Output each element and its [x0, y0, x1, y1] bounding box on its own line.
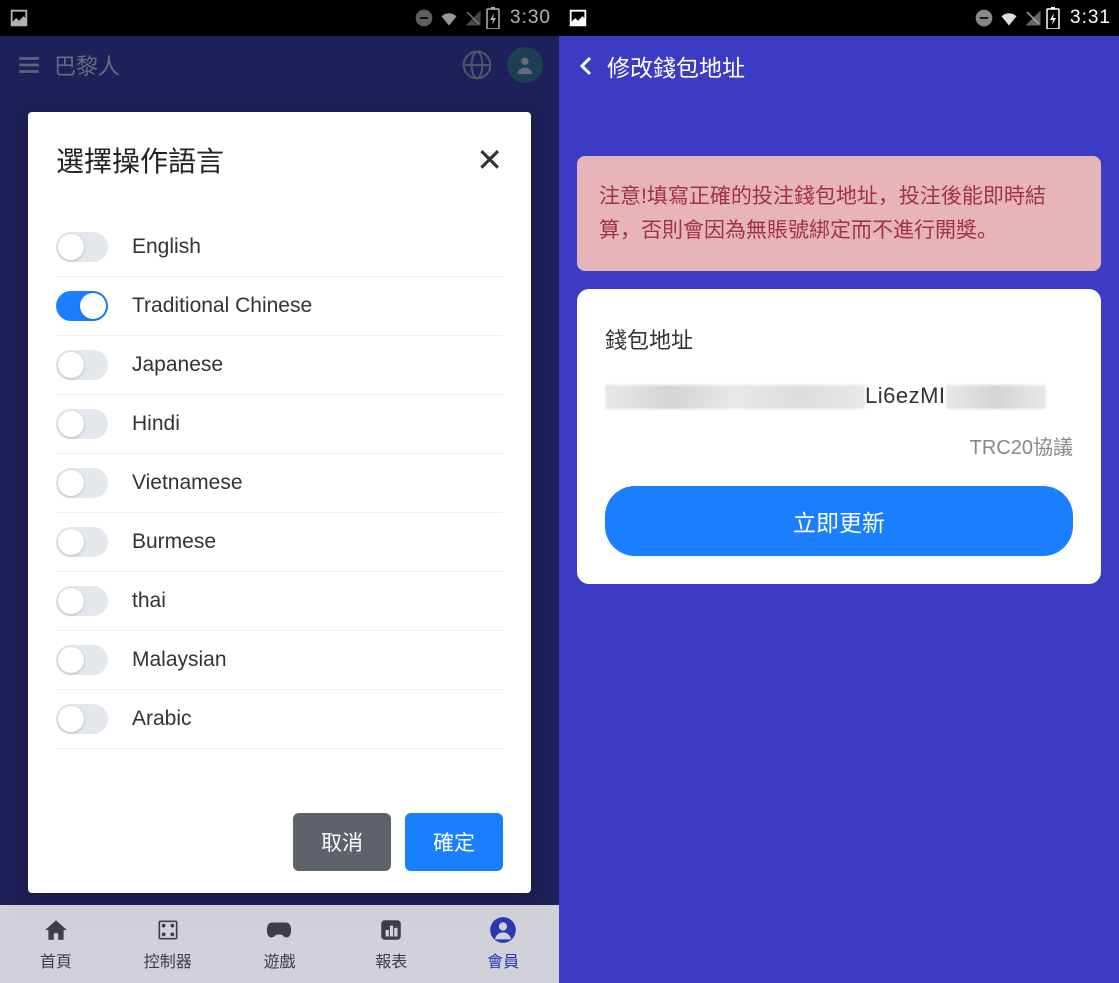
wallet-card: 錢包地址 Li6ezMI TRC20協議 立即更新 [577, 289, 1101, 584]
language-toggle[interactable] [56, 350, 108, 380]
language-toggle[interactable] [56, 527, 108, 557]
language-row[interactable]: English [56, 218, 503, 277]
chart-icon [377, 916, 405, 944]
status-bar: 3:31 [559, 0, 1119, 36]
language-label: Hindi [132, 412, 180, 436]
nav-label: 會員 [487, 948, 519, 972]
language-row[interactable]: Burmese [56, 513, 503, 572]
warning-box: 注意!填寫正確的投注錢包地址，投注後能即時結算，否則會因為無賬號綁定而不進行開獎… [577, 156, 1101, 271]
language-toggle[interactable] [56, 232, 108, 262]
language-modal: 選擇操作語言 ✕ English Traditional Chinese Japan… [28, 112, 531, 893]
language-toggle[interactable] [56, 291, 108, 321]
language-label: Arabic [132, 707, 192, 731]
wifi-icon [998, 8, 1020, 28]
wallet-address: Li6ezMI [605, 383, 1073, 409]
controller-icon [154, 916, 182, 944]
language-row[interactable]: Traditional Chinese [56, 277, 503, 336]
nav-label: 報表 [375, 948, 407, 972]
status-time: 3:31 [1070, 7, 1111, 29]
picture-icon [567, 7, 589, 29]
language-toggle[interactable] [56, 409, 108, 439]
member-icon [489, 916, 517, 944]
nav-label: 控制器 [144, 948, 192, 972]
battery-icon [1046, 7, 1060, 29]
language-toggle[interactable] [56, 468, 108, 498]
language-label: Vietnamese [132, 471, 243, 495]
nav-item-controller[interactable]: 控制器 [112, 905, 224, 983]
page-title: 修改錢包地址 [607, 49, 745, 83]
language-row[interactable]: Arabic [56, 690, 503, 749]
signal-icon [1024, 9, 1042, 27]
language-label: thai [132, 589, 166, 613]
language-label: Traditional Chinese [132, 294, 312, 318]
game-icon [265, 916, 293, 944]
wallet-label: 錢包地址 [605, 323, 1073, 355]
language-label: Malaysian [132, 648, 227, 672]
page-header: 修改錢包地址 [559, 36, 1119, 96]
language-label: Burmese [132, 530, 216, 554]
language-label: Japanese [132, 353, 223, 377]
language-list: English Traditional Chinese Japanese Hindi V… [28, 218, 531, 791]
bottom-nav: 首頁 控制器 遊戲 報表 會員 [0, 905, 559, 983]
cancel-button[interactable]: 取消 [293, 813, 391, 871]
language-row[interactable]: Japanese [56, 336, 503, 395]
language-toggle[interactable] [56, 704, 108, 734]
update-button[interactable]: 立即更新 [605, 486, 1073, 556]
protocol-label: TRC20協議 [605, 431, 1073, 460]
close-icon[interactable]: ✕ [476, 144, 503, 176]
nav-item-member[interactable]: 會員 [447, 905, 559, 983]
language-row[interactable]: Hindi [56, 395, 503, 454]
nav-item-home[interactable]: 首頁 [0, 905, 112, 983]
nav-label: 遊戲 [263, 948, 295, 972]
language-toggle[interactable] [56, 645, 108, 675]
home-icon [42, 916, 70, 944]
ok-button[interactable]: 確定 [405, 813, 503, 871]
back-icon[interactable] [575, 54, 599, 78]
language-toggle[interactable] [56, 586, 108, 616]
language-label: English [132, 235, 201, 259]
nav-item-game[interactable]: 遊戲 [224, 905, 336, 983]
language-row[interactable]: Vietnamese [56, 454, 503, 513]
nav-item-chart[interactable]: 報表 [335, 905, 447, 983]
modal-title: 選擇操作語言 [56, 140, 224, 180]
nav-label: 首頁 [40, 948, 72, 972]
language-row[interactable]: thai [56, 572, 503, 631]
dnd-icon [974, 8, 994, 28]
language-row[interactable]: Malaysian [56, 631, 503, 690]
